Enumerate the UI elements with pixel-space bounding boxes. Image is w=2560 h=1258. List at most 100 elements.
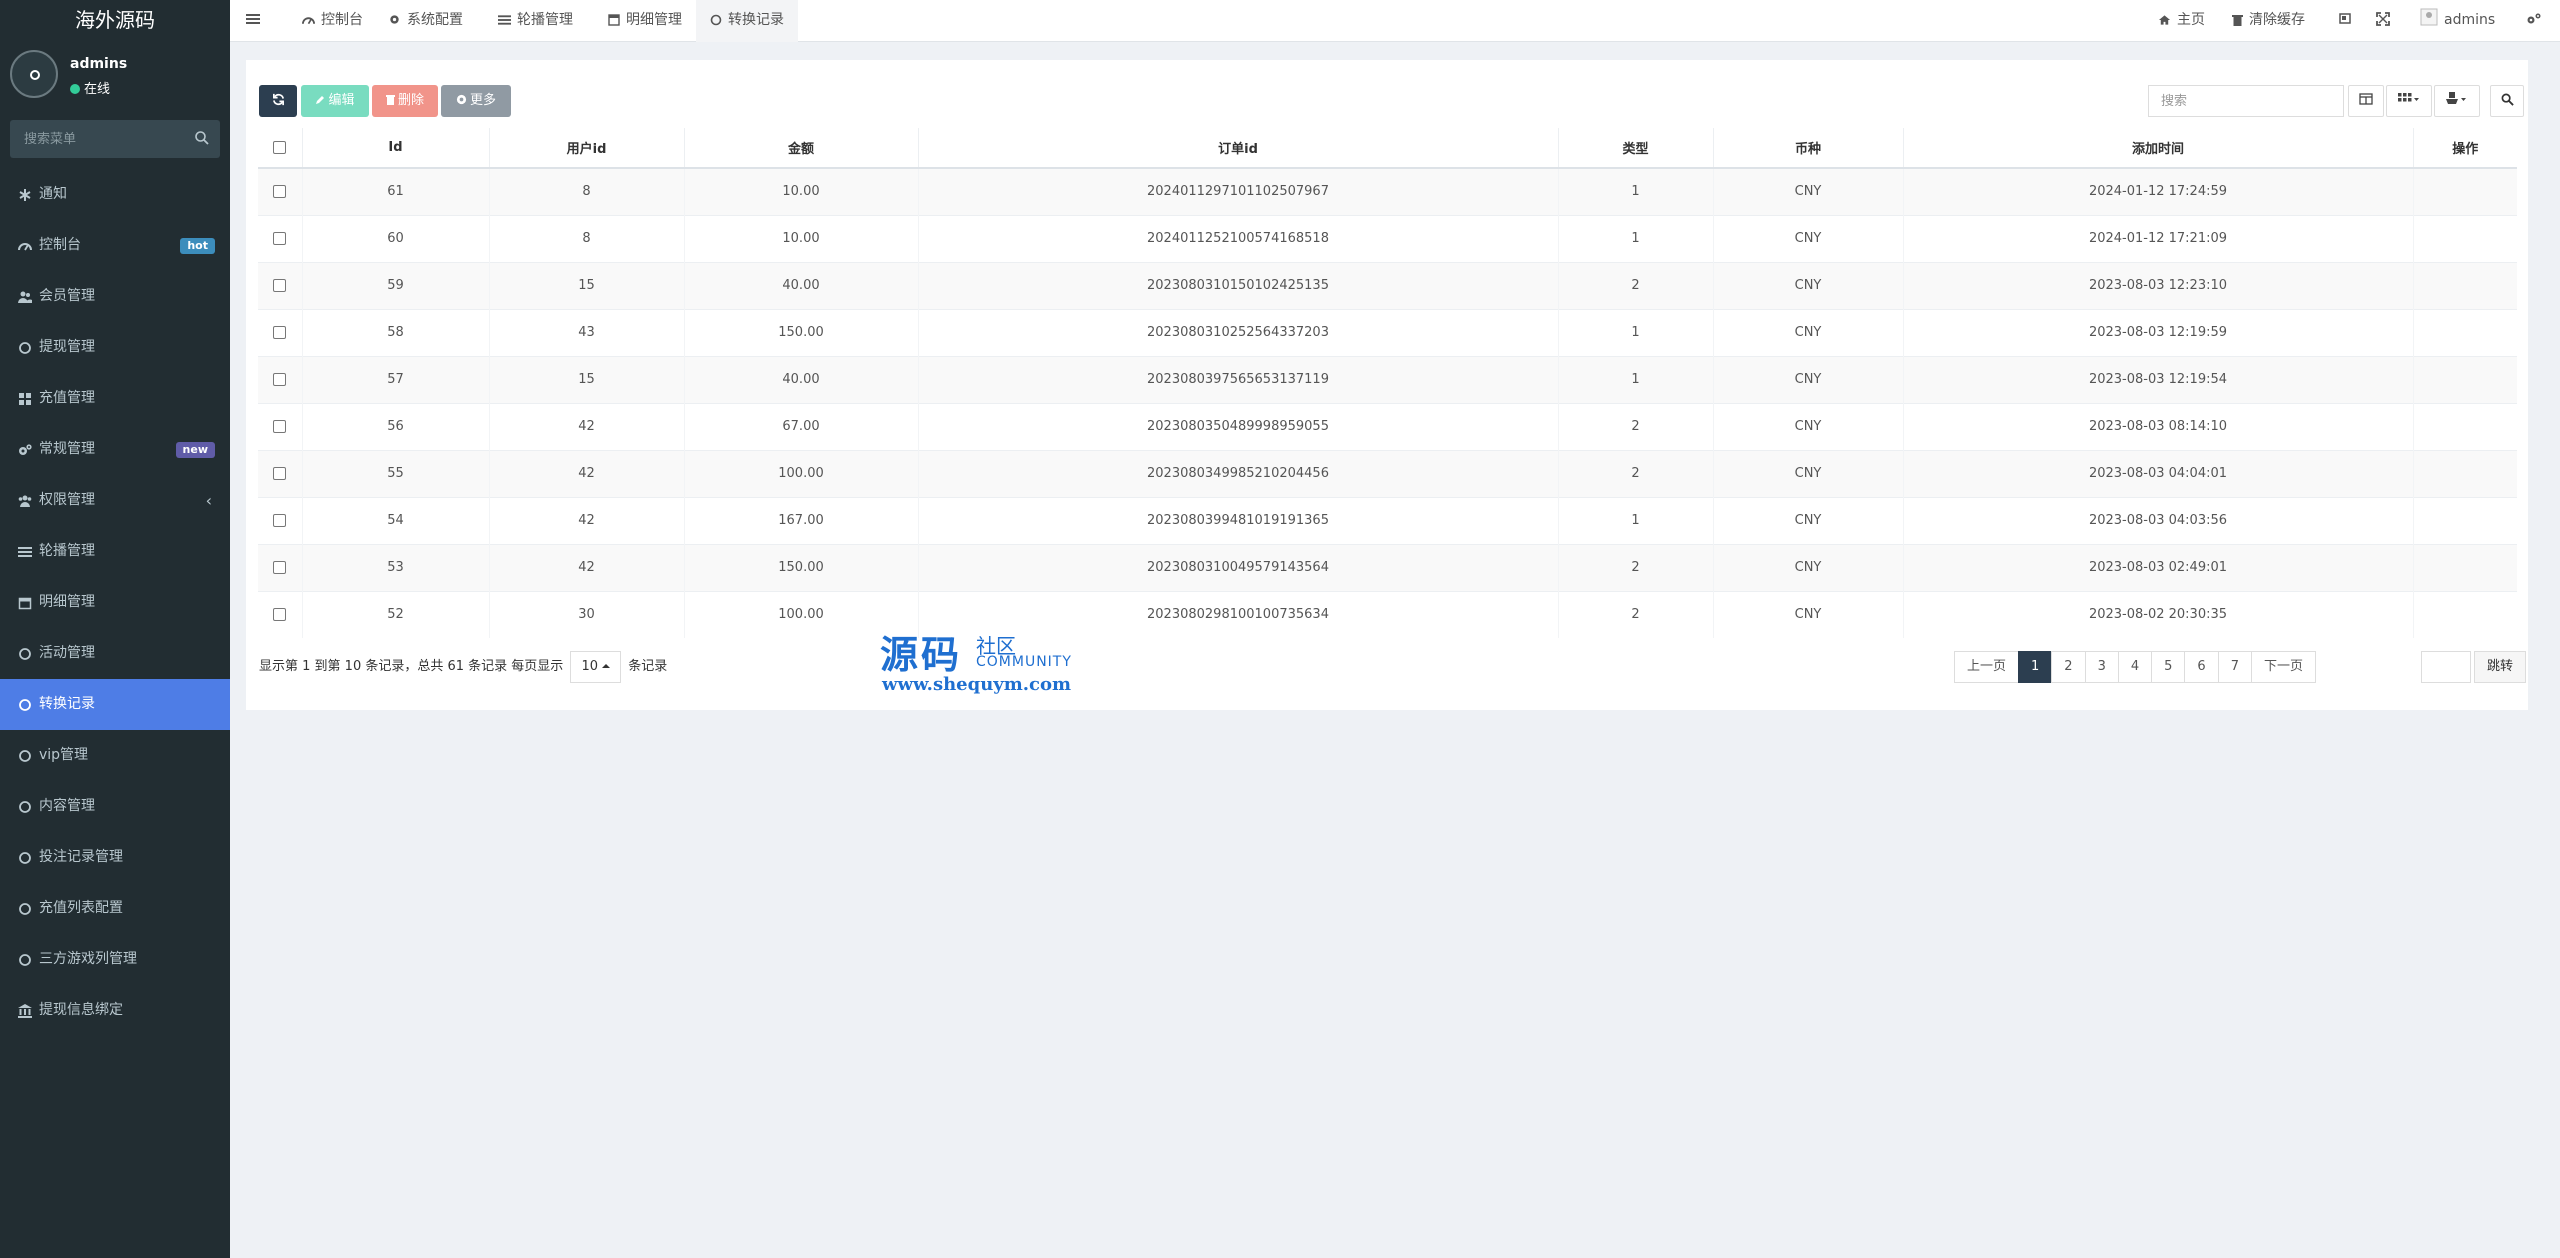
- table-row[interactable]: 60 8 10.00 2024011252100574168518 1 CNY 2024-0…: [258, 214, 2517, 262]
- sidebar-item[interactable]: 明细管理: [0, 577, 230, 628]
- more-button[interactable]: 更多: [441, 85, 511, 117]
- row-checkbox[interactable]: [273, 467, 287, 480]
- sidebar-item[interactable]: vip管理: [0, 730, 230, 781]
- columns-button[interactable]: [2386, 85, 2432, 117]
- page-button[interactable]: 6: [2184, 651, 2219, 683]
- refresh-button[interactable]: [259, 85, 297, 117]
- page-size-dropdown[interactable]: 10: [570, 651, 622, 683]
- page-button[interactable]: 7: [2217, 651, 2252, 683]
- sidebar-item[interactable]: 轮播管理: [0, 526, 230, 577]
- sidebar-item[interactable]: 提现信息绑定: [0, 985, 230, 1036]
- row-select[interactable]: [258, 261, 302, 309]
- row-checkbox[interactable]: [273, 373, 287, 386]
- sidebar-item[interactable]: 转换记录: [0, 679, 230, 730]
- tab-conversion-records[interactable]: 转换记录: [696, 0, 798, 42]
- row-checkbox[interactable]: [273, 608, 287, 622]
- row-select[interactable]: [258, 214, 302, 262]
- menu-toggle-icon[interactable]: [246, 0, 270, 42]
- export-button[interactable]: [2434, 85, 2480, 117]
- next-page-button[interactable]: 下一页: [2250, 651, 2316, 683]
- row-select[interactable]: [258, 402, 302, 450]
- sidebar-item[interactable]: 常规管理 new: [0, 424, 230, 475]
- cell-actions: [2412, 261, 2517, 309]
- sidebar-item[interactable]: 投注记录管理: [0, 832, 230, 883]
- jump-page-input[interactable]: [2421, 651, 2471, 683]
- sidebar-item[interactable]: 三方游戏列管理: [0, 934, 230, 985]
- circle-icon: [19, 903, 31, 915]
- page-button[interactable]: 4: [2117, 651, 2153, 683]
- table-row[interactable]: 59 15 40.00 2023080310150102425135 2 CNY 2023-…: [258, 261, 2517, 309]
- sidebar-item[interactable]: 充值管理: [0, 373, 230, 424]
- column-header-order-id[interactable]: 订单id: [917, 128, 1558, 169]
- column-header-currency[interactable]: 币种: [1712, 128, 1903, 169]
- page-button[interactable]: 2: [2051, 651, 2086, 683]
- fullscreen-icon[interactable]: [2376, 0, 2396, 42]
- column-header-type[interactable]: 类型: [1557, 128, 1713, 169]
- sidebar-item[interactable]: 控制台 hot: [0, 220, 230, 271]
- sidebar-item[interactable]: 活动管理: [0, 628, 230, 679]
- sidebar-item[interactable]: 内容管理: [0, 781, 230, 832]
- table-row[interactable]: 55 42 100.00 2023080349985210204456 2 CNY 2023…: [258, 449, 2517, 497]
- row-checkbox[interactable]: [273, 232, 287, 245]
- advanced-search-button[interactable]: [2490, 85, 2524, 117]
- settings-icon[interactable]: [2526, 0, 2548, 42]
- page-button[interactable]: 3: [2084, 651, 2119, 683]
- sidebar-item[interactable]: 会员管理: [0, 271, 230, 322]
- menu-search-input[interactable]: [10, 120, 180, 158]
- page-button[interactable]: 1: [2018, 651, 2053, 683]
- table-row[interactable]: 57 15 40.00 2023080397565653137119 1 CNY 2023-…: [258, 355, 2517, 403]
- table-row[interactable]: 52 30 100.00 2023080298100100735634 2 CNY 2023…: [258, 590, 2517, 638]
- sidebar-item[interactable]: 提现管理: [0, 322, 230, 373]
- toggle-view-button[interactable]: [2348, 85, 2384, 117]
- column-header-user-id[interactable]: 用户id: [488, 128, 684, 169]
- home-link[interactable]: 主页: [2158, 0, 2205, 42]
- row-checkbox[interactable]: [273, 514, 287, 527]
- row-select[interactable]: [258, 543, 302, 591]
- table-row[interactable]: 54 42 167.00 2023080399481019191365 1 CNY 2023…: [258, 496, 2517, 544]
- sidebar-item[interactable]: 权限管理 ‹: [0, 475, 230, 526]
- cell-amount: 40.00: [683, 261, 918, 309]
- search-icon[interactable]: [194, 130, 210, 146]
- tab-system-config[interactable]: 系统配置: [378, 0, 473, 42]
- select-all-header[interactable]: [258, 128, 302, 169]
- page-button[interactable]: 5: [2151, 651, 2186, 683]
- delete-button[interactable]: 删除: [372, 85, 438, 117]
- row-select[interactable]: [258, 496, 302, 544]
- jump-button[interactable]: 跳转: [2474, 651, 2526, 683]
- cell-actions: [2412, 543, 2517, 591]
- table-row[interactable]: 53 42 150.00 2023080310049579143564 2 CNY 2023…: [258, 543, 2517, 591]
- select-all-checkbox[interactable]: [273, 141, 287, 154]
- sidebar-item[interactable]: 通知: [0, 169, 230, 220]
- cell-order-id: 20240112971011025079​67: [917, 167, 1558, 215]
- row-select[interactable]: [258, 167, 302, 215]
- column-header-created-at[interactable]: 添加时间: [1902, 128, 2413, 169]
- avatar-image-icon: [30, 70, 40, 80]
- sidebar-item[interactable]: 充值列表配置: [0, 883, 230, 934]
- row-checkbox[interactable]: [273, 420, 287, 433]
- tab-details[interactable]: 明细管理: [598, 0, 692, 42]
- prev-page-button[interactable]: 上一页: [1954, 651, 2020, 683]
- table-search-input[interactable]: [2148, 85, 2344, 117]
- sidebar-item-label: 提现信息绑定: [39, 1002, 123, 1018]
- row-checkbox[interactable]: [273, 185, 287, 199]
- tab-carousel[interactable]: 轮播管理: [488, 0, 583, 42]
- sidebar-item-label: 充值管理: [39, 390, 95, 406]
- table-row[interactable]: 61 8 10.00 20240112971011025079​67 1 CNY 2024-…: [258, 167, 2517, 215]
- row-select[interactable]: [258, 355, 302, 403]
- column-header-amount[interactable]: 金额: [683, 128, 918, 169]
- row-checkbox[interactable]: [273, 561, 287, 574]
- row-select[interactable]: [258, 590, 302, 638]
- app-brand[interactable]: 海外源码: [0, 0, 230, 40]
- row-select[interactable]: [258, 449, 302, 497]
- language-icon[interactable]: [2338, 0, 2358, 42]
- clear-cache-button[interactable]: 清除缓存: [2232, 0, 2305, 42]
- row-select[interactable]: [258, 308, 302, 356]
- table-row[interactable]: 58 43 150.00 2023080310252564337203 1 CNY 2023…: [258, 308, 2517, 356]
- user-menu[interactable]: admins: [2420, 0, 2495, 42]
- column-header-id[interactable]: Id: [301, 128, 489, 169]
- edit-button[interactable]: 编辑: [301, 85, 369, 117]
- tab-dashboard[interactable]: 控制台: [292, 0, 373, 42]
- row-checkbox[interactable]: [273, 326, 287, 339]
- table-row[interactable]: 56 42 67.00 2023080350489998959055 2 CNY 2023-…: [258, 402, 2517, 450]
- row-checkbox[interactable]: [273, 279, 287, 292]
